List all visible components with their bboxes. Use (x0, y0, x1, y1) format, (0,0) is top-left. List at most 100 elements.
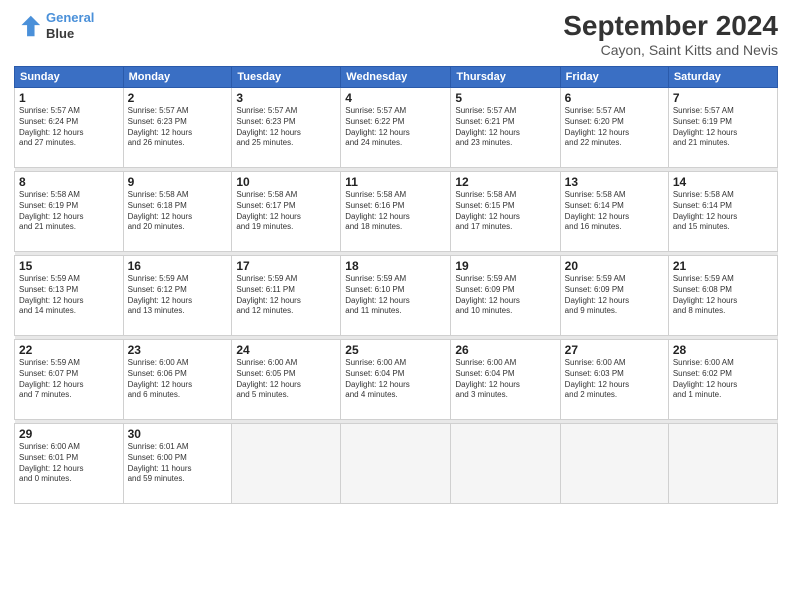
day-info: Sunrise: 6:00 AMSunset: 6:04 PMDaylight:… (455, 358, 555, 401)
day-number: 3 (236, 91, 336, 105)
day-19: 19Sunrise: 5:59 AMSunset: 6:09 PMDayligh… (451, 256, 560, 336)
day-number: 5 (455, 91, 555, 105)
day-info: Sunrise: 5:58 AMSunset: 6:18 PMDaylight:… (128, 190, 228, 233)
day-number: 7 (673, 91, 773, 105)
empty-day (232, 424, 341, 504)
day-number: 20 (565, 259, 664, 273)
day-number: 11 (345, 175, 446, 189)
day-info: Sunrise: 5:59 AMSunset: 6:09 PMDaylight:… (455, 274, 555, 317)
day-info: Sunrise: 5:58 AMSunset: 6:16 PMDaylight:… (345, 190, 446, 233)
day-number: 15 (19, 259, 119, 273)
col-friday: Friday (560, 67, 668, 88)
day-14: 14Sunrise: 5:58 AMSunset: 6:14 PMDayligh… (668, 172, 777, 252)
day-info: Sunrise: 6:00 AMSunset: 6:04 PMDaylight:… (345, 358, 446, 401)
day-info: Sunrise: 6:00 AMSunset: 6:02 PMDaylight:… (673, 358, 773, 401)
day-5: 5Sunrise: 5:57 AMSunset: 6:21 PMDaylight… (451, 88, 560, 168)
day-3: 3Sunrise: 5:57 AMSunset: 6:23 PMDaylight… (232, 88, 341, 168)
title-area: September 2024 Cayon, Saint Kitts and Ne… (563, 10, 778, 58)
day-info: Sunrise: 5:58 AMSunset: 6:14 PMDaylight:… (673, 190, 773, 233)
day-info: Sunrise: 5:58 AMSunset: 6:17 PMDaylight:… (236, 190, 336, 233)
day-6: 6Sunrise: 5:57 AMSunset: 6:20 PMDaylight… (560, 88, 668, 168)
day-number: 19 (455, 259, 555, 273)
day-1: 1Sunrise: 5:57 AMSunset: 6:24 PMDaylight… (15, 88, 124, 168)
day-23: 23Sunrise: 6:00 AMSunset: 6:06 PMDayligh… (123, 340, 232, 420)
day-20: 20Sunrise: 5:59 AMSunset: 6:09 PMDayligh… (560, 256, 668, 336)
day-30: 30Sunrise: 6:01 AMSunset: 6:00 PMDayligh… (123, 424, 232, 504)
day-info: Sunrise: 6:01 AMSunset: 6:00 PMDaylight:… (128, 442, 228, 485)
day-info: Sunrise: 5:57 AMSunset: 6:20 PMDaylight:… (565, 106, 664, 149)
week-4-row: 22Sunrise: 5:59 AMSunset: 6:07 PMDayligh… (15, 340, 778, 420)
day-number: 24 (236, 343, 336, 357)
day-number: 4 (345, 91, 446, 105)
logo-icon (14, 12, 42, 40)
week-5-row: 29Sunrise: 6:00 AMSunset: 6:01 PMDayligh… (15, 424, 778, 504)
day-info: Sunrise: 5:58 AMSunset: 6:14 PMDaylight:… (565, 190, 664, 233)
day-15: 15Sunrise: 5:59 AMSunset: 6:13 PMDayligh… (15, 256, 124, 336)
day-29: 29Sunrise: 6:00 AMSunset: 6:01 PMDayligh… (15, 424, 124, 504)
day-number: 23 (128, 343, 228, 357)
col-monday: Monday (123, 67, 232, 88)
page: General Blue September 2024 Cayon, Saint… (0, 0, 792, 612)
week-1-row: 1Sunrise: 5:57 AMSunset: 6:24 PMDaylight… (15, 88, 778, 168)
day-number: 16 (128, 259, 228, 273)
col-thursday: Thursday (451, 67, 560, 88)
day-number: 8 (19, 175, 119, 189)
col-saturday: Saturday (668, 67, 777, 88)
day-number: 29 (19, 427, 119, 441)
day-info: Sunrise: 5:57 AMSunset: 6:23 PMDaylight:… (128, 106, 228, 149)
day-info: Sunrise: 5:58 AMSunset: 6:19 PMDaylight:… (19, 190, 119, 233)
subtitle: Cayon, Saint Kitts and Nevis (563, 42, 778, 58)
empty-day (668, 424, 777, 504)
day-number: 21 (673, 259, 773, 273)
day-info: Sunrise: 5:59 AMSunset: 6:09 PMDaylight:… (565, 274, 664, 317)
calendar-table: Sunday Monday Tuesday Wednesday Thursday… (14, 66, 778, 504)
day-info: Sunrise: 5:59 AMSunset: 6:10 PMDaylight:… (345, 274, 446, 317)
day-9: 9Sunrise: 5:58 AMSunset: 6:18 PMDaylight… (123, 172, 232, 252)
day-number: 6 (565, 91, 664, 105)
day-info: Sunrise: 5:59 AMSunset: 6:12 PMDaylight:… (128, 274, 228, 317)
day-number: 27 (565, 343, 664, 357)
day-number: 1 (19, 91, 119, 105)
day-17: 17Sunrise: 5:59 AMSunset: 6:11 PMDayligh… (232, 256, 341, 336)
empty-day (341, 424, 451, 504)
day-number: 12 (455, 175, 555, 189)
day-info: Sunrise: 5:57 AMSunset: 6:19 PMDaylight:… (673, 106, 773, 149)
day-number: 26 (455, 343, 555, 357)
header: General Blue September 2024 Cayon, Saint… (14, 10, 778, 58)
day-27: 27Sunrise: 6:00 AMSunset: 6:03 PMDayligh… (560, 340, 668, 420)
day-28: 28Sunrise: 6:00 AMSunset: 6:02 PMDayligh… (668, 340, 777, 420)
day-8: 8Sunrise: 5:58 AMSunset: 6:19 PMDaylight… (15, 172, 124, 252)
day-2: 2Sunrise: 5:57 AMSunset: 6:23 PMDaylight… (123, 88, 232, 168)
day-22: 22Sunrise: 5:59 AMSunset: 6:07 PMDayligh… (15, 340, 124, 420)
day-info: Sunrise: 5:59 AMSunset: 6:07 PMDaylight:… (19, 358, 119, 401)
logo: General Blue (14, 10, 94, 41)
week-3-row: 15Sunrise: 5:59 AMSunset: 6:13 PMDayligh… (15, 256, 778, 336)
day-number: 14 (673, 175, 773, 189)
logo-text: General Blue (46, 10, 94, 41)
day-number: 2 (128, 91, 228, 105)
day-info: Sunrise: 5:57 AMSunset: 6:24 PMDaylight:… (19, 106, 119, 149)
day-number: 17 (236, 259, 336, 273)
day-13: 13Sunrise: 5:58 AMSunset: 6:14 PMDayligh… (560, 172, 668, 252)
day-number: 13 (565, 175, 664, 189)
day-info: Sunrise: 6:00 AMSunset: 6:05 PMDaylight:… (236, 358, 336, 401)
month-title: September 2024 (563, 10, 778, 42)
day-number: 9 (128, 175, 228, 189)
day-11: 11Sunrise: 5:58 AMSunset: 6:16 PMDayligh… (341, 172, 451, 252)
day-info: Sunrise: 5:57 AMSunset: 6:22 PMDaylight:… (345, 106, 446, 149)
day-10: 10Sunrise: 5:58 AMSunset: 6:17 PMDayligh… (232, 172, 341, 252)
day-12: 12Sunrise: 5:58 AMSunset: 6:15 PMDayligh… (451, 172, 560, 252)
day-number: 30 (128, 427, 228, 441)
col-sunday: Sunday (15, 67, 124, 88)
day-info: Sunrise: 6:00 AMSunset: 6:06 PMDaylight:… (128, 358, 228, 401)
day-info: Sunrise: 6:00 AMSunset: 6:03 PMDaylight:… (565, 358, 664, 401)
day-number: 10 (236, 175, 336, 189)
day-7: 7Sunrise: 5:57 AMSunset: 6:19 PMDaylight… (668, 88, 777, 168)
week-2-row: 8Sunrise: 5:58 AMSunset: 6:19 PMDaylight… (15, 172, 778, 252)
day-number: 28 (673, 343, 773, 357)
col-wednesday: Wednesday (341, 67, 451, 88)
day-info: Sunrise: 5:59 AMSunset: 6:08 PMDaylight:… (673, 274, 773, 317)
empty-day (451, 424, 560, 504)
header-row: Sunday Monday Tuesday Wednesday Thursday… (15, 67, 778, 88)
day-info: Sunrise: 5:57 AMSunset: 6:21 PMDaylight:… (455, 106, 555, 149)
